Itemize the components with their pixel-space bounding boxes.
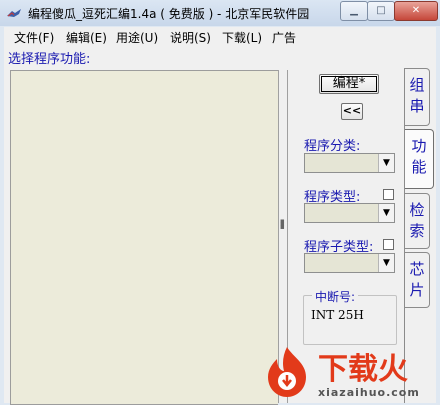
section-label: 选择程序功能: (8, 52, 91, 67)
chevron-down-icon[interactable]: ▼ (378, 204, 394, 222)
category-select[interactable]: ▼ (304, 153, 395, 173)
tab-functions-label: 功能 (411, 137, 427, 176)
menu-edit[interactable]: 编辑(E) (66, 29, 107, 46)
interrupt-value: INT 25H (311, 308, 364, 322)
type-select[interactable]: ▼ (304, 203, 395, 223)
menu-download[interactable]: 下载(L) (222, 29, 262, 46)
tab-functions[interactable]: 功能 (405, 129, 434, 189)
app-icon (7, 9, 21, 17)
menu-usage[interactable]: 用途(U) (116, 29, 158, 46)
code-button[interactable]: 编程* (319, 74, 379, 94)
tab-chips-label: 芯片 (409, 260, 425, 299)
type-checkbox[interactable] (383, 189, 394, 200)
minimize-button[interactable]: ▁ (340, 1, 368, 21)
collapse-button[interactable]: << (341, 103, 363, 120)
menu-file[interactable]: 文件(F) (14, 29, 54, 46)
menu-bar: 文件(F) 编辑(E) 用途(U) 说明(S) 下载(L) 广告 (4, 27, 436, 45)
subtype-select[interactable]: ▼ (304, 253, 395, 273)
menu-ads[interactable]: 广告 (272, 29, 296, 46)
tab-search-label: 检索 (409, 201, 425, 240)
function-list-pane[interactable] (10, 70, 278, 405)
tab-strings[interactable]: 组串 (405, 68, 430, 126)
grip-icon: ▪ ▪ ▪ (280, 217, 285, 231)
chevron-down-icon[interactable]: ▼ (378, 254, 394, 272)
title-bar[interactable]: 编程傻瓜_逗死汇编1.4a ( 免费版 ) - 北京军民软件园 ▁ □ ✕ (0, 0, 440, 26)
tab-strings-label: 组串 (409, 76, 425, 115)
watermark: 下载火 xiazaihuo.com (258, 344, 440, 403)
tab-search[interactable]: 检索 (405, 193, 430, 249)
watermark-site: xiazaihuo.com (318, 386, 420, 399)
category-label: 程序分类: (304, 139, 361, 154)
watermark-brand: 下载火 (318, 352, 408, 387)
maximize-icon: □ (376, 5, 386, 16)
tab-chips[interactable]: 芯片 (405, 252, 430, 308)
interrupt-label: 中断号: (312, 288, 359, 305)
interrupt-group: 中断号: INT 25H (303, 288, 397, 345)
window-title: 编程傻瓜_逗死汇编1.4a ( 免费版 ) - 北京军民软件园 (28, 7, 310, 21)
minimize-icon: ▁ (350, 5, 358, 16)
close-button[interactable]: ✕ (394, 1, 438, 21)
subtype-checkbox[interactable] (383, 239, 394, 250)
chevron-down-icon[interactable]: ▼ (378, 154, 394, 172)
close-icon: ✕ (411, 5, 421, 16)
maximize-button[interactable]: □ (367, 1, 395, 21)
flame-logo-icon (268, 347, 306, 397)
menu-help[interactable]: 说明(S) (170, 29, 211, 46)
